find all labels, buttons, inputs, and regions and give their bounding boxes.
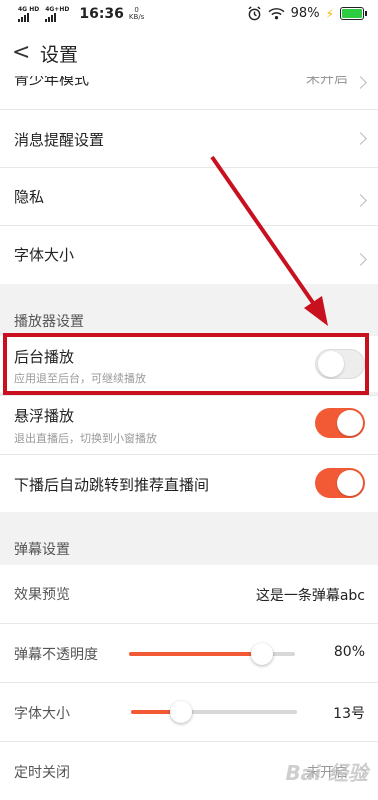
annotation-arrow (210, 155, 328, 326)
watermark-logo: Bai 经验 (285, 761, 368, 785)
